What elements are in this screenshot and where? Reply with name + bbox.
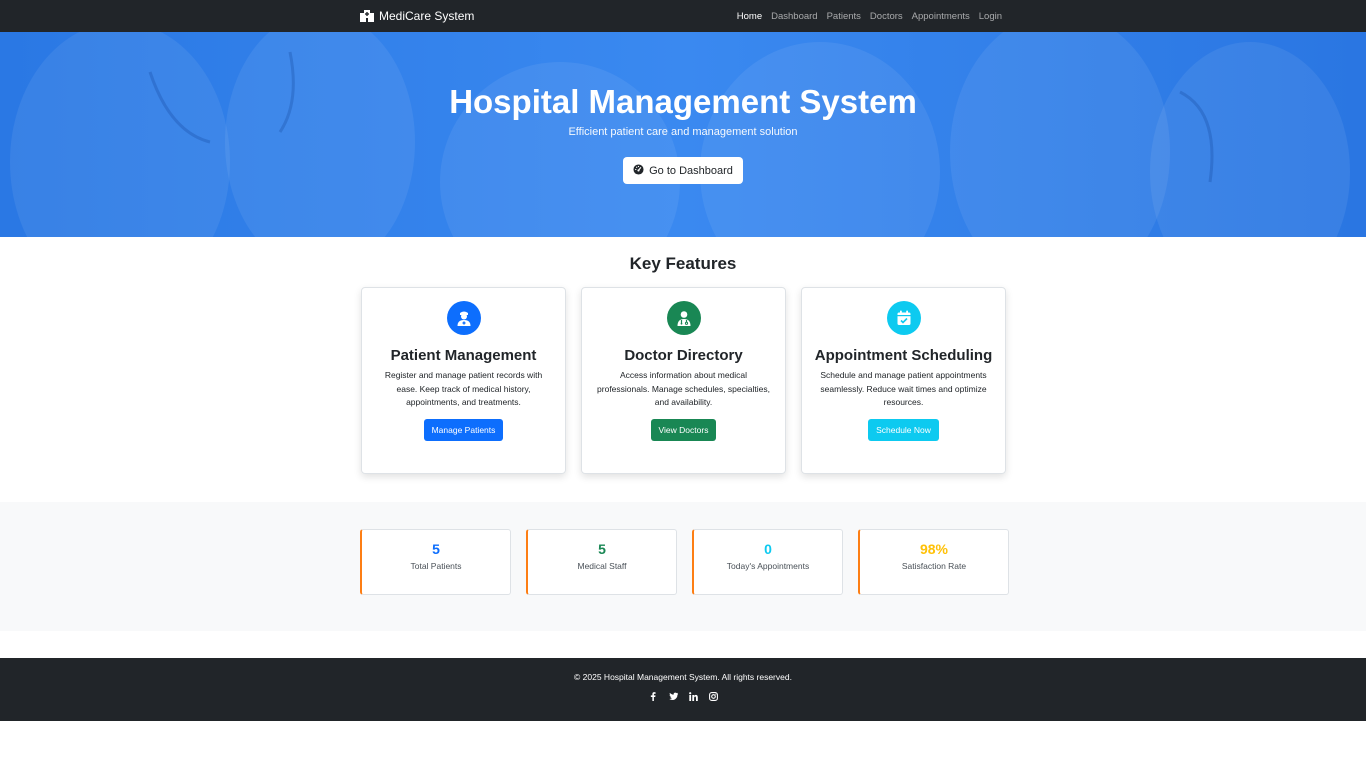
user-nurse-icon [446,301,481,335]
nav-link-login[interactable]: Login [979,11,1002,22]
feature-card-text: Register and manage patient records with… [384,370,543,407]
hero-title: Hospital Management System [449,83,917,120]
stats-section: 5 Total Patients 5 Medical Staff 0 Today… [0,502,1366,631]
stat-value: 98% [919,541,949,557]
stat-card-medical-staff: 5 Medical Staff [526,529,677,595]
nav-link-patients[interactable]: Patients [827,11,861,22]
user-doctor-icon [666,301,701,335]
features-title: Key Features [629,254,737,273]
stat-card-todays-appointments: 0 Today's Appointments [692,529,843,595]
gauge-icon [633,163,644,178]
schedule-now-button[interactable]: Schedule Now [868,418,939,441]
view-doctors-button[interactable]: View Doctors [650,418,717,441]
linkedin-icon[interactable] [688,692,698,701]
manage-patients-button[interactable]: Manage Patients [423,418,504,441]
feature-card-title: Appointment Scheduling [814,347,993,364]
footer: © 2025 Hospital Management System. All r… [0,658,1366,721]
nav-link-doctors[interactable]: Doctors [870,11,903,22]
go-to-dashboard-button[interactable]: Go to Dashboard [623,157,743,184]
facebook-icon[interactable] [649,692,658,701]
go-to-dashboard-label: Go to Dashboard [649,164,733,177]
stat-card-satisfaction-rate: 98% Satisfaction Rate [858,529,1009,595]
feature-card-patient-management: Patient Management Register and manage p… [361,287,566,474]
stat-label: Today's Appointments [726,561,810,571]
navbar: MediCare System Home Dashboard Patients … [0,0,1366,32]
brand-link[interactable]: MediCare System [360,9,474,23]
nav-links: Home Dashboard Patients Doctors Appointm… [737,11,1006,22]
stat-value: 5 [598,541,606,557]
calendar-check-icon [886,301,921,335]
stat-label: Medical Staff [577,561,627,571]
hero-subtitle: Efficient patient care and management so… [568,126,798,138]
features-section: Key Features Patient Management Register… [0,237,1366,502]
stat-value: 5 [432,541,440,557]
feature-card-title: Patient Management [390,347,537,364]
feature-card-appointment-scheduling: Appointment Scheduling Schedule and mana… [801,287,1006,474]
stat-value: 0 [764,541,772,557]
nav-link-appointments[interactable]: Appointments [912,11,970,22]
nav-link-dashboard[interactable]: Dashboard [771,11,817,22]
social-links [0,692,1366,701]
nav-link-home[interactable]: Home [737,11,762,22]
hero-banner: Hospital Management System Efficient pat… [0,32,1366,237]
twitter-icon[interactable] [668,692,678,701]
stat-label: Total Patients [410,561,462,571]
stat-card-total-patients: 5 Total Patients [360,529,511,595]
instagram-icon[interactable] [708,692,718,701]
feature-card-text: Schedule and manage patient appointments… [820,370,987,407]
copyright-text: © 2025 Hospital Management System. All r… [574,672,792,682]
hospital-icon [360,10,374,22]
brand-name: MediCare System [379,9,475,23]
feature-card-doctor-directory: Doctor Directory Access information abou… [581,287,786,474]
stat-label: Satisfaction Rate [901,561,967,571]
feature-card-text: Access information about medical profess… [597,370,770,407]
feature-card-title: Doctor Directory [624,347,743,364]
